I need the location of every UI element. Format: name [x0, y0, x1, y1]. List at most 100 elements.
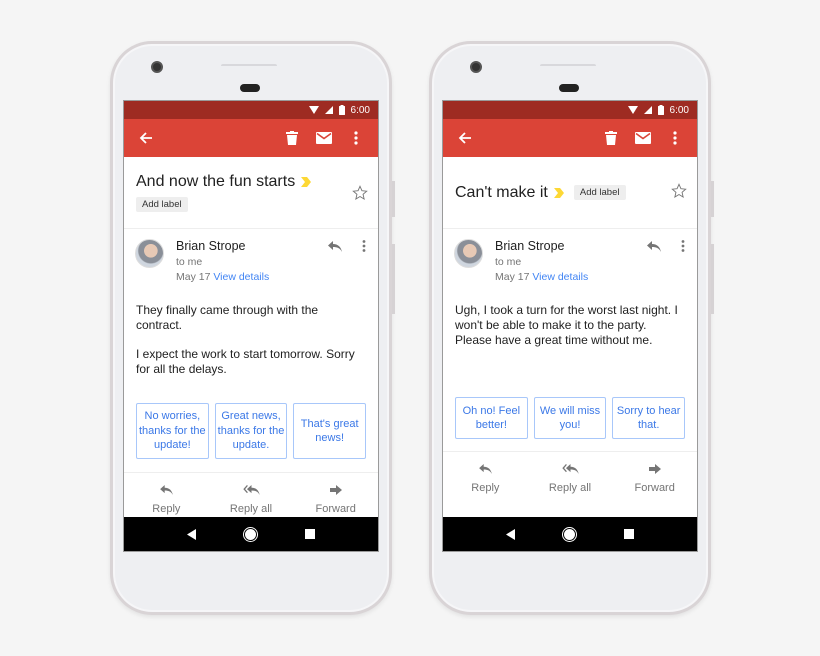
body-paragraph: They finally came through with the contr…	[136, 303, 319, 332]
sender-avatar[interactable]	[454, 239, 483, 268]
front-camera	[470, 61, 482, 73]
screen: 6:00 Can't make it Add label Brian Strop…	[442, 100, 698, 552]
earpiece	[240, 84, 260, 92]
system-nav-bar	[443, 517, 697, 551]
status-bar: 6:00	[124, 101, 378, 119]
forward-icon	[329, 485, 342, 495]
reply-all-label: Reply all	[548, 482, 592, 494]
forward-label: Forward	[315, 503, 356, 515]
nav-home-icon[interactable]	[242, 526, 258, 542]
power-button	[392, 181, 395, 217]
front-camera	[151, 61, 163, 73]
mark-unread-icon[interactable]	[312, 126, 336, 150]
status-time: 6:00	[669, 104, 689, 116]
smart-reply-button[interactable]: Great news, thanks for the update.	[214, 403, 288, 459]
reply-button[interactable]: Reply	[124, 473, 209, 518]
subject-header: And now the fun starts Add label	[124, 157, 378, 229]
nav-home-icon[interactable]	[561, 526, 577, 542]
reply-icon	[478, 464, 492, 474]
subject-text: And now the fun starts	[136, 173, 296, 190]
more-vert-icon[interactable]	[681, 240, 685, 252]
nav-back-icon[interactable]	[187, 528, 197, 540]
reply-all-button[interactable]: Reply all	[209, 473, 294, 518]
battery-icon	[338, 105, 345, 115]
reply-label: Reply	[152, 503, 181, 515]
more-vert-icon[interactable]	[344, 126, 368, 150]
signal-icon	[324, 106, 333, 114]
delete-icon[interactable]	[280, 126, 304, 150]
recipient-line: to me	[176, 256, 203, 268]
status-time: 6:00	[350, 104, 370, 116]
date-line: May 17 View details	[495, 271, 685, 283]
smart-reply-button[interactable]: No worries, thanks for the update!	[136, 403, 209, 459]
back-arrow-icon[interactable]	[453, 126, 477, 150]
battery-icon	[657, 105, 664, 115]
nav-recents-icon[interactable]	[304, 529, 315, 539]
volume-button	[392, 244, 395, 314]
reply-all-label: Reply all	[229, 503, 273, 515]
sender-avatar[interactable]	[135, 239, 164, 268]
app-bar	[124, 119, 378, 157]
view-details-link[interactable]: View details	[532, 271, 588, 283]
reply-all-button[interactable]: Reply all	[528, 452, 613, 497]
reply-label: Reply	[471, 482, 500, 494]
star-icon[interactable]	[352, 185, 368, 201]
email-subject: Can't make it	[455, 184, 564, 202]
email-date: May 17	[176, 271, 211, 283]
app-bar	[443, 119, 697, 157]
system-nav-bar	[124, 517, 378, 551]
nav-recents-icon[interactable]	[623, 529, 634, 539]
status-bar: 6:00	[443, 101, 697, 119]
reply-icon[interactable]	[647, 241, 661, 252]
delete-icon[interactable]	[599, 126, 623, 150]
reply-icon	[159, 485, 173, 495]
power-button	[711, 181, 714, 217]
forward-icon	[648, 464, 661, 474]
back-arrow-icon[interactable]	[134, 126, 158, 150]
recipient-line: to me	[495, 256, 522, 268]
forward-button[interactable]: Forward	[293, 473, 378, 518]
earpiece-line	[540, 64, 596, 68]
earpiece-line	[221, 64, 277, 68]
add-label-chip[interactable]: Add label	[136, 197, 188, 212]
smart-reply-button[interactable]: Sorry to hear that.	[612, 397, 686, 439]
forward-button[interactable]: Forward	[612, 452, 697, 497]
wifi-icon	[627, 106, 638, 114]
reply-icon[interactable]	[328, 241, 342, 252]
mark-unread-icon[interactable]	[631, 126, 655, 150]
sender-block: Brian Strope to me May 17 View details	[443, 229, 697, 297]
phone-right: 6:00 Can't make it Add label Brian Strop…	[429, 41, 714, 615]
view-details-link[interactable]: View details	[213, 271, 269, 283]
email-body: They finally came through with the contr…	[124, 297, 378, 377]
smart-reply-button[interactable]: That's great news!	[293, 403, 367, 459]
smart-reply-row: No worries, thanks for the update! Great…	[124, 403, 378, 459]
reply-all-icon	[561, 464, 579, 474]
importance-marker-icon[interactable]	[553, 187, 564, 198]
subject-header: Can't make it Add label	[443, 157, 697, 229]
more-vert-icon[interactable]	[362, 240, 366, 252]
reply-actions: Reply Reply all Forward	[443, 451, 697, 497]
nav-back-icon[interactable]	[506, 528, 516, 540]
email-body: Ugh, I took a turn for the worst last ni…	[443, 297, 697, 348]
smart-reply-row: Oh no! Feel better! We will miss you! So…	[443, 397, 697, 439]
screen: 6:00 And now the fun starts Add label Br…	[123, 100, 379, 552]
smart-reply-button[interactable]: Oh no! Feel better!	[455, 397, 528, 439]
volume-button	[711, 244, 714, 314]
body-paragraph: I expect the work to start tomorrow. Sor…	[136, 347, 355, 376]
smart-reply-button[interactable]: We will miss you!	[533, 397, 607, 439]
reply-actions: Reply Reply all Forward	[124, 472, 378, 518]
sender-block: Brian Strope to me May 17 View details	[124, 229, 378, 297]
earpiece	[559, 84, 579, 92]
add-label-chip[interactable]: Add label	[573, 185, 626, 200]
date-line: May 17 View details	[176, 271, 366, 283]
star-icon[interactable]	[671, 183, 687, 199]
email-date: May 17	[495, 271, 530, 283]
reply-button[interactable]: Reply	[443, 452, 528, 497]
more-vert-icon[interactable]	[663, 126, 687, 150]
reply-all-icon	[242, 485, 260, 495]
importance-marker-icon[interactable]	[301, 177, 312, 187]
wifi-icon	[308, 106, 319, 114]
signal-icon	[643, 106, 652, 114]
subject-text: Can't make it	[455, 183, 548, 201]
forward-label: Forward	[634, 482, 675, 494]
